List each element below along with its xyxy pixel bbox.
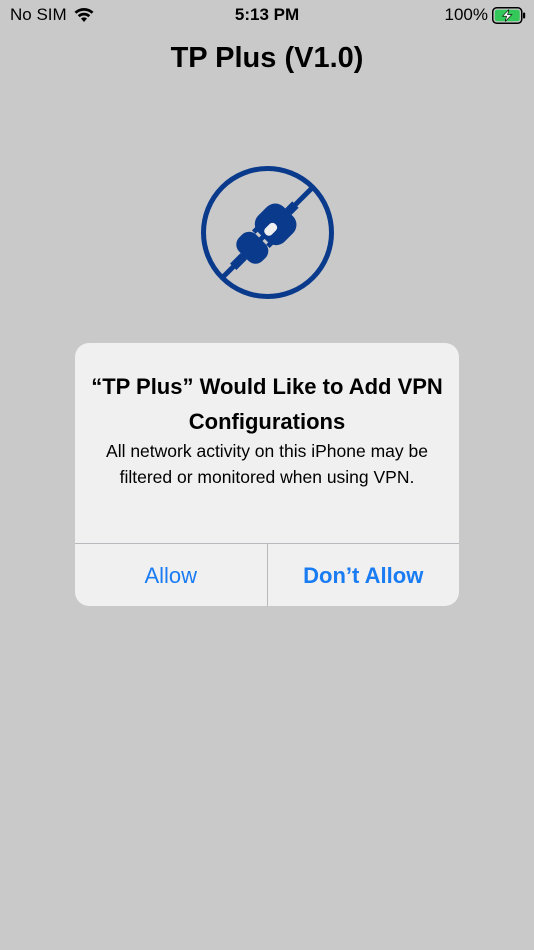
allow-button[interactable]: Allow (75, 544, 267, 606)
alert-button-row: Allow Don’t Allow (75, 543, 459, 606)
alert-message: All network activity on this iPhone may … (106, 441, 428, 487)
vpn-permission-alert: “TP Plus” Would Like to Add VPN Configur… (75, 343, 459, 606)
app-title: TP Plus (V1.0) (170, 42, 364, 74)
status-bar: No SIM 5:13 PM 100% (0, 0, 534, 32)
battery-charging-icon (492, 6, 526, 24)
battery-percent: 100% (444, 5, 488, 24)
unplugged-plug-icon (199, 164, 336, 301)
battery-indicator: 100% (445, 5, 526, 25)
dont-allow-button[interactable]: Don’t Allow (268, 544, 460, 606)
alert-title: “TP Plus” Would Like to Add VPN Configur… (91, 374, 443, 434)
